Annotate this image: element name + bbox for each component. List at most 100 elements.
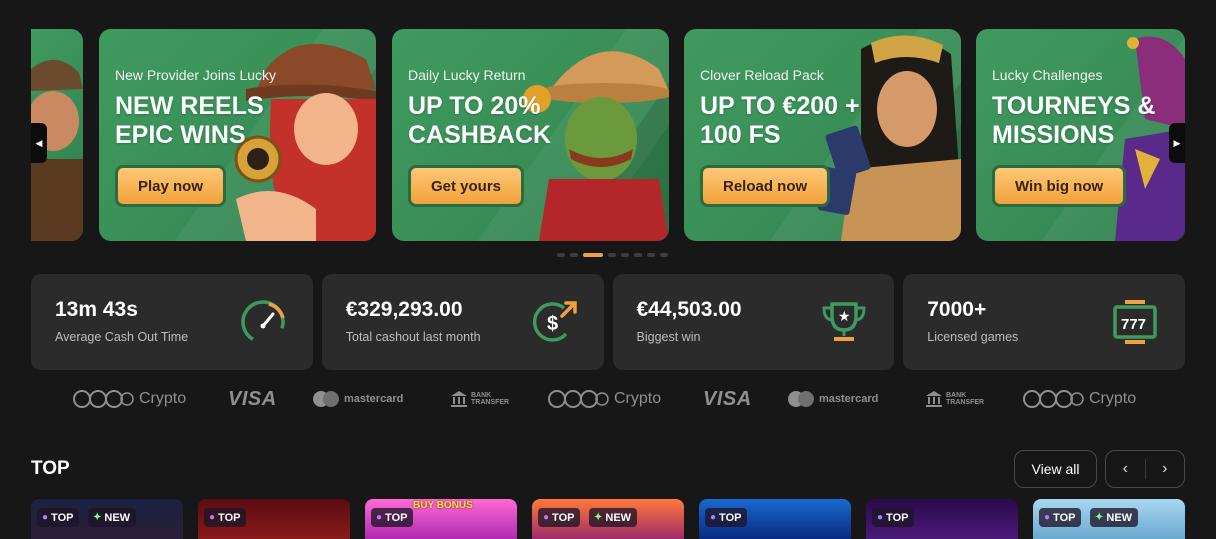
stat-card-total-cashout: €329,293.00 Total cashout last month $ <box>321 274 604 370</box>
games-next-button[interactable]: › <box>1146 451 1185 487</box>
stat-card-licensed-games: 7000+ Licensed games 777 <box>903 274 1185 370</box>
chevron-right-icon: ▶ <box>1173 137 1181 148</box>
stats-row: 13m 43s Average Cash Out Time €329,293.0… <box>31 274 1185 370</box>
top-badge: ● TOP <box>37 508 80 527</box>
payment-mastercard: mastercard <box>312 384 403 414</box>
svg-text:★: ★ <box>838 309 851 325</box>
sparkle-icon: ✦ <box>1095 512 1104 523</box>
flame-icon: ● <box>710 512 717 523</box>
stat-card-biggest-win: €44,503.00 Biggest win ★ <box>612 274 895 370</box>
sparkle-icon: ✦ <box>93 512 102 523</box>
payment-mastercard: mastercard <box>787 384 878 414</box>
flame-icon: ● <box>1044 512 1051 523</box>
top-badge: ● TOP <box>872 508 915 527</box>
stat-label: Biggest win <box>636 330 701 344</box>
dollar-up-icon: $ <box>532 301 577 342</box>
section-title-top: TOP <box>31 458 70 479</box>
promo-headline: UP TO €200 +100 FS <box>700 92 860 149</box>
top-badge: ● TOP <box>1039 508 1082 527</box>
stat-card-cashout-time: 13m 43s Average Cash Out Time <box>31 274 313 370</box>
flame-icon: ● <box>209 512 216 523</box>
payment-methods-strip: Crypto VISA mastercard BANK TRANSFER Cryp… <box>31 384 1185 414</box>
games-prev-button[interactable]: ‹ <box>1106 451 1145 487</box>
carousel-prev-button[interactable]: ◀ <box>31 123 47 163</box>
flame-icon: ● <box>877 512 884 523</box>
carousel-dot[interactable] <box>621 253 629 257</box>
promo-headline: TOURNEYS & MISSIONS <box>992 92 1156 149</box>
bank-icon <box>451 391 467 407</box>
games-pager: ‹ › <box>1105 450 1185 488</box>
payment-bank-transfer: BANK TRANSFER <box>925 384 984 414</box>
game-tile[interactable]: ● TOP ✦ NEW <box>1033 499 1185 539</box>
stat-value: 7000+ <box>927 298 987 321</box>
bank-icon <box>926 391 942 407</box>
payment-crypto: Crypto <box>1023 384 1136 414</box>
carousel-dot[interactable] <box>634 253 642 257</box>
promo-carousel: New Provider Joins Lucky NEW REELS EPIC W… <box>31 29 1185 241</box>
stat-label: Average Cash Out Time <box>55 330 189 344</box>
chevron-left-icon: ◀ <box>35 137 43 148</box>
new-badge: ✦ NEW <box>1090 508 1139 527</box>
promo-headline: NEW REELS EPIC WINS <box>115 92 264 149</box>
promo-eyebrow: Lucky Challenges <box>992 67 1103 83</box>
carousel-dot[interactable] <box>660 253 668 257</box>
carousel-dot[interactable] <box>570 253 578 257</box>
view-all-button[interactable]: View all <box>1014 450 1097 488</box>
promo-card-tourneys[interactable]: Lucky Challenges TOURNEYS & MISSIONS Win … <box>976 29 1185 241</box>
game-tile[interactable]: ● TOP <box>699 499 851 539</box>
game-tile[interactable]: ● TOP <box>866 499 1018 539</box>
payment-crypto: Crypto <box>548 384 661 414</box>
get-yours-button[interactable]: Get yours <box>408 165 525 207</box>
sparkle-icon: ✦ <box>594 512 603 523</box>
game-tile[interactable]: ● TOP ✦ NEW <box>31 499 183 539</box>
payment-visa: VISA <box>703 387 752 410</box>
stat-label: Total cashout last month <box>345 330 481 344</box>
crypto-coins-icon <box>548 390 609 408</box>
flame-icon: ● <box>543 512 550 523</box>
game-tile[interactable]: ● TOP BUY BONUS <box>365 499 517 539</box>
payment-visa: VISA <box>228 387 277 410</box>
new-badge: ✦ NEW <box>88 508 137 527</box>
svg-text:777: 777 <box>1121 316 1146 333</box>
stat-value: €44,503.00 <box>636 298 742 321</box>
top-badge: ● TOP <box>705 508 748 527</box>
carousel-dot[interactable] <box>583 253 603 257</box>
slot-777-icon: 777 <box>1113 300 1157 344</box>
stat-label: Licensed games <box>927 330 1019 344</box>
top-badge: ● TOP <box>371 508 414 527</box>
top-badge: ● TOP <box>204 508 247 527</box>
payment-crypto: Crypto <box>73 384 186 414</box>
promo-eyebrow: Clover Reload Pack <box>700 67 824 83</box>
play-now-button[interactable]: Play now <box>115 165 227 207</box>
carousel-dot[interactable] <box>557 253 565 257</box>
svg-text:$: $ <box>547 313 558 335</box>
flame-icon: ● <box>42 512 49 523</box>
mastercard-icon <box>313 391 339 407</box>
new-badge: ✦ NEW <box>589 508 638 527</box>
promo-card-reload[interactable]: Clover Reload Pack UP TO €200 +100 FS Re… <box>684 29 961 241</box>
promo-eyebrow: New Provider Joins Lucky <box>115 67 277 83</box>
promo-card-new-reels[interactable]: New Provider Joins Lucky NEW REELS EPIC W… <box>99 29 376 241</box>
promo-card-cashback[interactable]: Daily Lucky Return UP TO 20% CASHBACK Get… <box>392 29 669 241</box>
flame-icon: ● <box>376 512 383 523</box>
payment-bank-transfer: BANK TRANSFER <box>450 384 509 414</box>
stat-value: 13m 43s <box>55 298 138 321</box>
top-badge: ● TOP <box>538 508 581 527</box>
promo-headline: UP TO 20% CASHBACK <box>408 92 552 149</box>
win-big-now-button[interactable]: Win big now <box>992 165 1127 207</box>
trophy-icon: ★ <box>822 302 866 341</box>
crypto-coins-icon <box>1023 390 1084 408</box>
crypto-coins-icon <box>73 390 134 408</box>
top-games-row: ● TOP ✦ NEW ● TOP ● TOP BUY BONUS ● TOP ✦ NEW ● TOP ● TO… <box>31 499 1216 539</box>
game-tile[interactable]: ● TOP ✦ NEW <box>532 499 684 539</box>
mastercard-icon <box>788 391 814 407</box>
stat-value: €329,293.00 <box>345 298 463 321</box>
reload-now-button[interactable]: Reload now <box>700 165 831 207</box>
buy-bonus-label: BUY BONUS <box>413 500 473 511</box>
carousel-next-button[interactable]: ▶ <box>1169 123 1185 163</box>
carousel-dot[interactable] <box>647 253 655 257</box>
speedometer-icon <box>241 300 285 344</box>
game-tile[interactable]: ● TOP <box>198 499 350 539</box>
promo-eyebrow: Daily Lucky Return <box>408 67 526 83</box>
carousel-dot[interactable] <box>608 253 616 257</box>
